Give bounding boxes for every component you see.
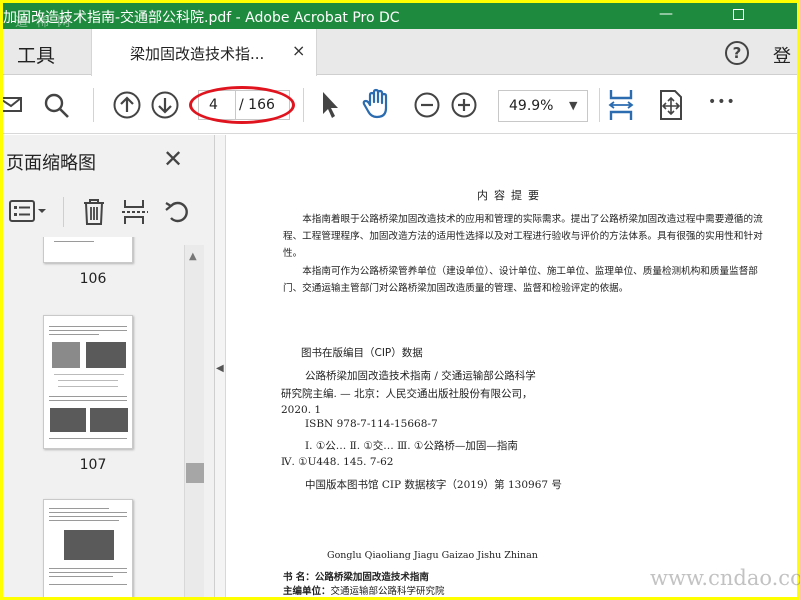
thumbnail-text-line [49, 520, 119, 521]
maximize-icon [732, 9, 744, 20]
more-tools-icon[interactable]: ••• [708, 94, 736, 110]
panel-collapse-handle[interactable]: ◀ [215, 135, 226, 597]
thumbnail-text-line [49, 572, 127, 573]
thumbnail-text-line [49, 438, 127, 439]
page-thumbnails-panel: 页面缩略图 ✕ 106 107 ▲ [3, 135, 215, 597]
cip-line: Ⅳ. ①U448. 145. 7-62 [281, 456, 394, 468]
site-watermark: www.cndao.com [650, 566, 800, 590]
document-view: 内容提要 本指南着眼于公路桥梁加固改造技术的应用和管理的实际需求。提出了公路桥梁… [227, 135, 797, 597]
cip-line: ISBN 978-7-114-15668-7 [305, 418, 438, 430]
close-tab-icon[interactable]: × [292, 41, 305, 60]
tab-bar: 工具 梁加固改造技术指... × ? 登 [3, 29, 797, 76]
page-thumbnail[interactable] [43, 315, 133, 449]
zoom-level-value: 49.9% [509, 98, 554, 114]
search-icon[interactable] [43, 92, 71, 120]
summary-heading: 内容提要 [477, 189, 545, 202]
thumbnail-toolbar-divider [63, 197, 64, 227]
page-thumbnail[interactable] [43, 237, 133, 263]
thumbnail-text-line [49, 568, 127, 569]
trash-icon[interactable] [81, 197, 107, 227]
book-name-row: 书 名：公路桥梁加固改造技术指南 [283, 569, 429, 583]
thumbnail-text-line [49, 508, 109, 509]
thumbnail-text-line [58, 386, 118, 387]
title-bar: 加固改造技术指南-交通部公科院.pdf - Adobe Acrobat Pro … [3, 3, 797, 30]
email-icon[interactable] [3, 94, 25, 116]
thumbnail-list: 106 107 [3, 237, 183, 597]
cip-line: 中国版本图书馆 CIP 数据核字（2019）第 130967 号 [305, 479, 562, 491]
thumbnail-text-line [54, 241, 94, 242]
thumbnail-figure [52, 342, 80, 368]
close-panel-icon[interactable]: ✕ [163, 145, 183, 173]
thumbnail-text-line [58, 380, 118, 381]
thumbnail-text-line [49, 396, 127, 397]
cip-line: 2020. 1 [281, 404, 322, 416]
book-title-pinyin: Gonglu Qiaoliang Jiagu Gaizao Jishu Zhin… [327, 550, 538, 561]
thumbnail-figure [64, 530, 114, 560]
cip-line: Ⅰ. ①公… Ⅱ. ①交… Ⅲ. ①公路桥—加固—指南 [305, 440, 518, 452]
book-name-value: 公路桥梁加固改造技术指南 [314, 572, 429, 583]
select-tool-icon[interactable] [319, 90, 341, 120]
thumbnail-page-number: 107 [79, 457, 107, 473]
fit-width-icon[interactable] [607, 86, 635, 124]
next-page-icon[interactable] [150, 90, 180, 120]
thumbnail-text-line [49, 330, 127, 331]
thumbnail-figure [90, 408, 128, 432]
thumbnail-scrollbar[interactable]: ▲ [184, 245, 204, 597]
hand-tool-icon[interactable] [361, 88, 393, 120]
thumbnail-toolbar [3, 193, 215, 233]
editor-value: 交通运输部公路科学研究院 [330, 586, 445, 597]
minimize-button[interactable]: — [643, 3, 689, 29]
panel-title: 页面缩略图 [6, 153, 96, 174]
app-window: 加固改造技术指南-交通部公科院.pdf - Adobe Acrobat Pro … [3, 3, 797, 597]
thumbnail-options-icon[interactable] [9, 199, 49, 225]
page-thumbnail[interactable] [43, 499, 133, 597]
previous-page-icon[interactable] [112, 90, 142, 120]
extract-pages-icon[interactable] [121, 197, 149, 227]
cip-heading: 图书在版编目（CIP）数据 [301, 347, 423, 359]
sign-in-button[interactable]: 登 [773, 42, 791, 68]
collapse-arrow-icon: ◀ [216, 363, 224, 374]
thumbnail-text-line [49, 584, 127, 585]
thumbnail-text-line [49, 334, 99, 335]
toolbar-divider [303, 88, 304, 122]
help-icon[interactable]: ? [725, 41, 749, 65]
thumbnail-text-line [49, 326, 127, 327]
tab-document[interactable]: 梁加固改造技术指... × [91, 29, 317, 76]
toolbar-divider [599, 88, 600, 122]
book-name-label: 书 名： [283, 572, 315, 583]
pdf-page: 内容提要 本指南着眼于公路桥梁加固改造技术的应用和管理的实际需求。提出了公路桥梁… [275, 135, 797, 597]
cip-line: 研究院主编. — 北京：人民交通出版社股份有限公司， [281, 388, 533, 400]
thumbnail-text-line [49, 576, 113, 577]
title-overlay-logo: 道 稀 网 [15, 15, 73, 30]
scrollbar-thumb[interactable] [186, 463, 204, 483]
document-tab-label: 梁加固改造技术指... [130, 45, 265, 63]
main-toolbar: 4 / 166 49.9% ▼ ••• [3, 76, 797, 134]
zoom-level-select[interactable]: 49.9% ▼ [498, 90, 588, 122]
thumbnail-page-number: 106 [79, 271, 107, 287]
full-screen-icon[interactable] [657, 88, 685, 122]
editor-row: 主编单位：交通运输部公路科学研究院 [283, 583, 445, 597]
zoom-out-icon[interactable] [413, 91, 441, 119]
thumbnail-text-line [49, 400, 127, 401]
chevron-down-icon: ▼ [569, 99, 578, 112]
tab-tools[interactable]: 工具 [3, 29, 91, 75]
summary-paragraph-1: 本指南着眼于公路桥梁加固改造技术的应用和管理的实际需求。提出了公路桥梁加固改造过… [283, 214, 763, 259]
summary-paragraph-2: 本指南可作为公路桥梁管养单位（建设单位）、设计单位、施工单位、监理单位、质量检测… [283, 266, 758, 294]
scroll-up-icon[interactable]: ▲ [189, 251, 197, 262]
thumbnail-text-line [49, 512, 127, 513]
toolbar-divider [93, 88, 94, 122]
minimize-icon: — [659, 6, 673, 22]
thumbnail-text-line [49, 516, 127, 517]
cip-line: 公路桥梁加固改造技术指南 / 交通运输部公路科学 [305, 370, 536, 382]
maximize-button[interactable] [715, 3, 761, 29]
rotate-icon[interactable] [163, 198, 193, 226]
red-annotation-circle [189, 86, 295, 124]
thumbnail-text-line [54, 374, 124, 375]
zoom-in-icon[interactable] [450, 91, 478, 119]
thumbnail-figure [50, 408, 86, 432]
thumbnail-figure [86, 342, 126, 368]
editor-label: 主编单位： [283, 586, 331, 597]
